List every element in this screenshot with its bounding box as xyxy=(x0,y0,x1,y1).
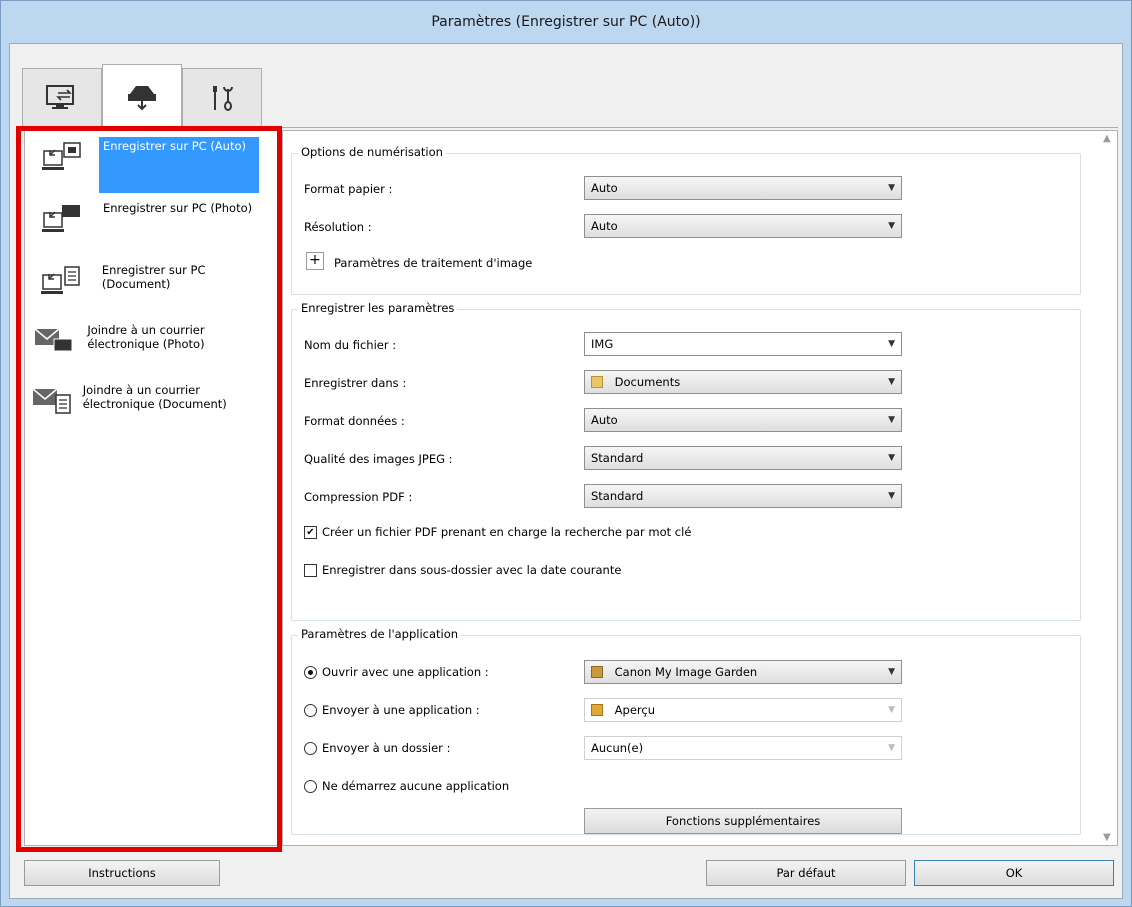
open-app-radio[interactable] xyxy=(304,666,317,679)
no-app-radio[interactable] xyxy=(304,780,317,793)
save-in-label: Enregistrer dans : xyxy=(304,376,407,390)
chevron-down-icon: ▼ xyxy=(888,339,895,349)
scan-options-group: Options de numérisation Format papier : … xyxy=(291,145,1081,295)
vertical-scrollbar[interactable]: ▲ ▼ xyxy=(1100,131,1117,845)
open-app-label: Ouvrir avec une application : xyxy=(322,665,489,679)
nav-item-label: Enregistrer sur PC (Auto) xyxy=(99,137,259,193)
chevron-down-icon: ▼ xyxy=(888,491,895,501)
save-settings-group: Enregistrer les paramètres Nom du fichie… xyxy=(291,301,1081,621)
send-app-radio[interactable] xyxy=(304,704,317,717)
chevron-down-icon: ▼ xyxy=(888,667,895,677)
chevron-down-icon: ▼ xyxy=(888,377,895,387)
app-settings-title: Paramètres de l'application xyxy=(298,627,462,641)
window-title: Paramètres (Enregistrer sur PC (Auto)) xyxy=(1,1,1131,43)
pdf-compression-select[interactable]: Standard ▼ xyxy=(584,484,902,508)
pdf-compression-value: Standard xyxy=(591,489,644,503)
scroll-down-icon[interactable]: ▼ xyxy=(1103,832,1111,843)
file-name-combobox[interactable]: IMG ▼ xyxy=(584,332,902,356)
nav-item-label: Enregistrer sur PC (Document) xyxy=(101,263,206,291)
image-garden-icon xyxy=(591,666,603,678)
expand-image-processing-button[interactable]: + xyxy=(306,252,324,270)
nav-item-label: Joindre à un courrier électronique (Docu… xyxy=(82,383,227,411)
date-subfolder-label: Enregistrer dans sous-dossier avec la da… xyxy=(322,563,622,577)
scan-options-title: Options de numérisation xyxy=(298,145,446,159)
send-folder-select[interactable]: Aucun(e) ▼ xyxy=(584,736,902,760)
email-document-icon xyxy=(32,388,71,414)
paper-size-select[interactable]: Auto ▼ xyxy=(584,176,902,200)
nav-item-save-photo[interactable]: Enregistrer sur PC (Photo) xyxy=(25,199,279,243)
instructions-button[interactable]: Instructions xyxy=(24,860,220,886)
jpeg-quality-label: Qualité des images JPEG : xyxy=(304,452,453,466)
settings-panel: Options de numérisation Format papier : … xyxy=(282,130,1118,846)
nav-item-label: Joindre à un courrier électronique (Phot… xyxy=(87,323,205,351)
resolution-label: Résolution : xyxy=(304,220,372,234)
nav-item-save-auto[interactable]: Enregistrer sur PC (Auto) xyxy=(25,137,279,193)
checkmark-icon: ✔ xyxy=(306,527,315,538)
send-app-select[interactable]: Aperçu ▼ xyxy=(584,698,902,722)
nav-item-label: Enregistrer sur PC (Photo) xyxy=(103,201,253,215)
save-document-icon xyxy=(41,266,81,294)
searchable-pdf-checkbox[interactable]: ✔ xyxy=(304,526,317,539)
nav-item-save-document[interactable]: Enregistrer sur PC (Document) xyxy=(25,261,279,305)
preview-app-icon xyxy=(591,704,603,716)
scan-from-panel-icon xyxy=(128,85,156,110)
date-subfolder-checkbox[interactable] xyxy=(304,564,317,577)
tab-general-settings[interactable] xyxy=(182,68,262,126)
scan-type-list: Enregistrer sur PC (Auto) Enregistrer su… xyxy=(24,130,280,846)
tab-scan-from-computer[interactable] xyxy=(22,68,102,126)
open-app-value: Canon My Image Garden xyxy=(614,665,758,679)
chevron-down-icon: ▼ xyxy=(888,453,895,463)
open-app-select[interactable]: Canon My Image Garden ▼ xyxy=(584,660,902,684)
jpeg-quality-value: Standard xyxy=(591,451,644,465)
data-format-label: Format données : xyxy=(304,414,405,428)
save-to-pc-icon xyxy=(42,142,81,170)
send-folder-value: Aucun(e) xyxy=(591,741,644,755)
paper-size-label: Format papier : xyxy=(304,182,393,196)
save-photo-icon xyxy=(42,205,80,232)
nav-item-email-document[interactable]: Joindre à un courrier électronique (Docu… xyxy=(25,381,279,425)
save-in-select[interactable]: Documents ▼ xyxy=(584,370,902,394)
send-folder-radio[interactable] xyxy=(304,742,317,755)
tab-scan-from-panel[interactable] xyxy=(102,64,182,128)
scroll-up-icon[interactable]: ▲ xyxy=(1103,133,1111,144)
no-app-label: Ne démarrez aucune application xyxy=(322,779,510,793)
chevron-down-icon: ▼ xyxy=(888,415,895,425)
send-app-label: Envoyer à une application : xyxy=(322,703,480,717)
image-processing-label: Paramètres de traitement d'image xyxy=(334,256,533,270)
settings-window: Paramètres (Enregistrer sur PC (Auto)) E… xyxy=(0,0,1132,907)
folder-icon xyxy=(591,376,603,388)
nav-item-email-photo[interactable]: Joindre à un courrier électronique (Phot… xyxy=(25,321,279,365)
chevron-down-icon: ▼ xyxy=(888,705,895,715)
pdf-compression-label: Compression PDF : xyxy=(304,490,413,504)
scan-from-computer-icon xyxy=(46,84,74,109)
searchable-pdf-label: Créer un fichier PDF prenant en charge l… xyxy=(322,525,692,539)
resolution-select[interactable]: Auto ▼ xyxy=(584,214,902,238)
ok-button[interactable]: OK xyxy=(914,860,1114,886)
resolution-value: Auto xyxy=(591,219,618,233)
app-settings-group: Paramètres de l'application Ouvrir avec … xyxy=(291,627,1081,835)
file-name-value: IMG xyxy=(591,337,614,351)
defaults-button[interactable]: Par défaut xyxy=(706,860,906,886)
send-folder-label: Envoyer à un dossier : xyxy=(322,741,451,755)
chevron-down-icon: ▼ xyxy=(888,743,895,753)
dialog-client-area: Enregistrer sur PC (Auto) Enregistrer su… xyxy=(9,43,1123,899)
save-in-value: Documents xyxy=(614,375,681,389)
data-format-select[interactable]: Auto ▼ xyxy=(584,408,902,432)
chevron-down-icon: ▼ xyxy=(888,221,895,231)
save-settings-title: Enregistrer les paramètres xyxy=(298,301,458,315)
send-app-value: Aperçu xyxy=(614,703,655,717)
paper-size-value: Auto xyxy=(591,181,618,195)
jpeg-quality-select[interactable]: Standard ▼ xyxy=(584,446,902,470)
email-photo-icon xyxy=(34,328,73,352)
chevron-down-icon: ▼ xyxy=(888,183,895,193)
data-format-value: Auto xyxy=(591,413,618,427)
more-functions-button[interactable]: Fonctions supplémentaires xyxy=(584,808,902,834)
general-settings-icon xyxy=(213,85,233,111)
file-name-label: Nom du fichier : xyxy=(304,338,397,352)
